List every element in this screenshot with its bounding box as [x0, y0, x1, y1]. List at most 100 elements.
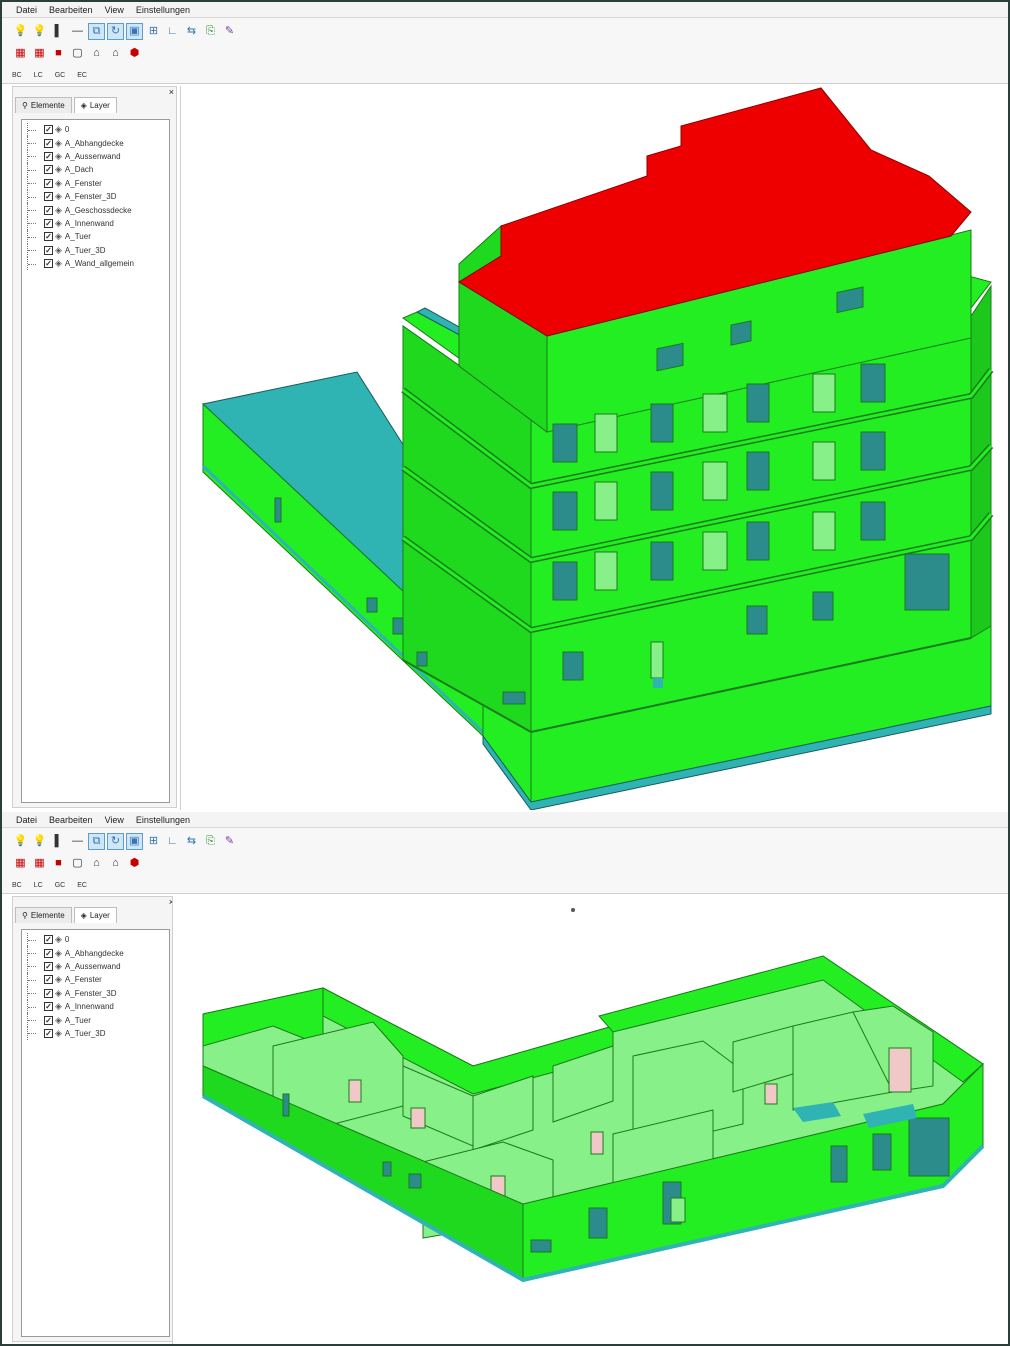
- bc-button[interactable]: BC: [12, 72, 22, 79]
- color-bar-icon[interactable]: ▌: [50, 833, 67, 850]
- layer-item[interactable]: ✓ ◈ A_Geschossdecke: [22, 203, 169, 217]
- layer-item[interactable]: ✓ ◈ A_Innenwand: [22, 999, 169, 1014]
- light-bulb-off-icon[interactable]: 💡: [12, 833, 29, 850]
- pen-icon[interactable]: ✎: [221, 833, 238, 850]
- window-icon[interactable]: ▢: [69, 855, 86, 872]
- checkbox[interactable]: ✓: [44, 218, 53, 228]
- red-wall-icon[interactable]: ▦: [12, 855, 29, 872]
- layer-item[interactable]: ✓ ◈ A_Fenster: [22, 973, 169, 987]
- layer-item[interactable]: ✓ ◈ A_Tuer_3D: [22, 243, 169, 257]
- rotate-icon[interactable]: ↻: [107, 832, 124, 850]
- grid-icon[interactable]: ⊞: [145, 833, 162, 850]
- checkbox[interactable]: ✓: [44, 1028, 53, 1038]
- color-bar-icon[interactable]: ▌: [50, 23, 67, 40]
- red-block-icon[interactable]: ■: [50, 855, 67, 872]
- pen-icon[interactable]: ✎: [221, 23, 238, 40]
- measure-icon[interactable]: ⇆: [183, 833, 200, 850]
- house-2-icon[interactable]: ⌂: [107, 855, 124, 872]
- tab-elemente[interactable]: ⚲ Elemente: [15, 907, 72, 923]
- window-icon[interactable]: ▢: [69, 45, 86, 62]
- checkbox[interactable]: ✓: [44, 948, 53, 958]
- export-icon[interactable]: ⎘: [202, 23, 219, 40]
- checkbox[interactable]: ✓: [44, 245, 53, 255]
- light-bulb-on-icon[interactable]: 💡: [31, 833, 48, 850]
- render-mode-icon[interactable]: ▣: [126, 22, 143, 40]
- layer-item[interactable]: ✓ ◈ A_Aussenwand: [22, 959, 169, 974]
- house-red-icon[interactable]: ⬢: [126, 855, 143, 872]
- line-icon[interactable]: —: [69, 833, 86, 850]
- red-wall-icon[interactable]: ▦: [12, 45, 29, 62]
- checkbox[interactable]: ✓: [44, 138, 53, 148]
- layer-item[interactable]: ✓ ◈ A_Aussenwand: [22, 149, 169, 164]
- viewport-3d-building[interactable]: [180, 86, 1008, 810]
- rotate-icon[interactable]: ↻: [107, 22, 124, 40]
- house-2-icon[interactable]: ⌂: [107, 45, 124, 62]
- axis-icon[interactable]: ∟: [164, 833, 181, 850]
- red-wall-2-icon[interactable]: ▦: [31, 45, 48, 62]
- checkbox[interactable]: ✓: [44, 232, 53, 242]
- axis-icon[interactable]: ∟: [164, 23, 181, 40]
- layer-item[interactable]: ✓ ◈ A_Fenster_3D: [22, 189, 169, 204]
- checkbox[interactable]: ✓: [44, 192, 53, 202]
- checkbox[interactable]: ✓: [44, 125, 53, 135]
- layer-item[interactable]: ✓ ◈ A_Tuer: [22, 1013, 169, 1027]
- gc-button[interactable]: GC: [55, 882, 66, 889]
- tab-layer[interactable]: ◈ Layer: [73, 97, 117, 113]
- layer-item[interactable]: ✓ ◈ A_Fenster_3D: [22, 986, 169, 1000]
- house-icon[interactable]: ⌂: [88, 45, 105, 62]
- layer-item[interactable]: ✓ ◈ A_Abhangdecke: [22, 136, 169, 150]
- measure-icon[interactable]: ⇆: [183, 23, 200, 40]
- select-icon[interactable]: ⧉: [88, 22, 105, 40]
- checkbox[interactable]: ✓: [44, 1015, 53, 1025]
- menu-datei[interactable]: Datei: [16, 5, 37, 15]
- layer-item[interactable]: ✓ ◈ A_Dach: [22, 163, 169, 177]
- cursor-dot: [571, 908, 575, 912]
- red-wall-2-icon[interactable]: ▦: [31, 855, 48, 872]
- menu-einstellungen-bottom[interactable]: Einstellungen: [136, 815, 190, 825]
- layer-item[interactable]: ✓ ◈ A_Wand_allgemein: [22, 256, 169, 271]
- light-bulb-off-icon[interactable]: 💡: [12, 23, 29, 40]
- close-icon[interactable]: ×: [169, 87, 174, 97]
- layer-item[interactable]: ✓ ◈ A_Innenwand: [22, 216, 169, 231]
- house-red-icon[interactable]: ⬢: [126, 45, 143, 62]
- tab-elemente[interactable]: ⚲ Elemente: [15, 97, 72, 113]
- house-icon[interactable]: ⌂: [88, 855, 105, 872]
- checkbox[interactable]: ✓: [44, 935, 53, 945]
- red-block-icon[interactable]: ■: [50, 45, 67, 62]
- menu-einstellungen[interactable]: Einstellungen: [136, 5, 190, 15]
- select-icon[interactable]: ⧉: [88, 832, 105, 850]
- checkbox[interactable]: ✓: [44, 178, 53, 188]
- menu-bearbeiten[interactable]: Bearbeiten: [49, 5, 93, 15]
- ec-button[interactable]: EC: [77, 72, 87, 79]
- checkbox[interactable]: ✓: [44, 151, 53, 161]
- layer-item[interactable]: ✓ ◈ A_Fenster: [22, 176, 169, 190]
- menu-view[interactable]: View: [105, 5, 124, 15]
- gc-button[interactable]: GC: [55, 72, 66, 79]
- lc-button[interactable]: LC: [34, 882, 43, 889]
- layer-item[interactable]: ✓ ◈ A_Tuer: [22, 230, 169, 244]
- light-bulb-on-icon[interactable]: 💡: [31, 23, 48, 40]
- checkbox[interactable]: ✓: [44, 961, 53, 971]
- bc-button[interactable]: BC: [12, 882, 22, 889]
- viewport-3d-floorplan[interactable]: [172, 896, 1008, 1344]
- lc-button[interactable]: LC: [34, 72, 43, 79]
- layer-item[interactable]: ✓ ◈ 0: [22, 123, 169, 137]
- line-icon[interactable]: —: [69, 23, 86, 40]
- checkbox[interactable]: ✓: [44, 205, 53, 215]
- ec-button[interactable]: EC: [77, 882, 87, 889]
- menu-datei-bottom[interactable]: Datei: [16, 815, 37, 825]
- render-mode-icon[interactable]: ▣: [126, 832, 143, 850]
- tab-layer[interactable]: ◈ Layer: [73, 907, 117, 923]
- checkbox[interactable]: ✓: [44, 259, 53, 269]
- layer-item[interactable]: ✓ ◈ A_Abhangdecke: [22, 946, 169, 960]
- grid-icon[interactable]: ⊞: [145, 23, 162, 40]
- checkbox[interactable]: ✓: [44, 988, 53, 998]
- checkbox[interactable]: ✓: [44, 975, 53, 985]
- checkbox[interactable]: ✓: [44, 1002, 53, 1012]
- checkbox[interactable]: ✓: [44, 165, 53, 175]
- export-icon[interactable]: ⎘: [202, 833, 219, 850]
- layer-item[interactable]: ✓ ◈ A_Tuer_3D: [22, 1026, 169, 1041]
- menu-view-bottom[interactable]: View: [105, 815, 124, 825]
- menu-bearbeiten-bottom[interactable]: Bearbeiten: [49, 815, 93, 825]
- layer-item[interactable]: ✓ ◈ 0: [22, 933, 169, 947]
